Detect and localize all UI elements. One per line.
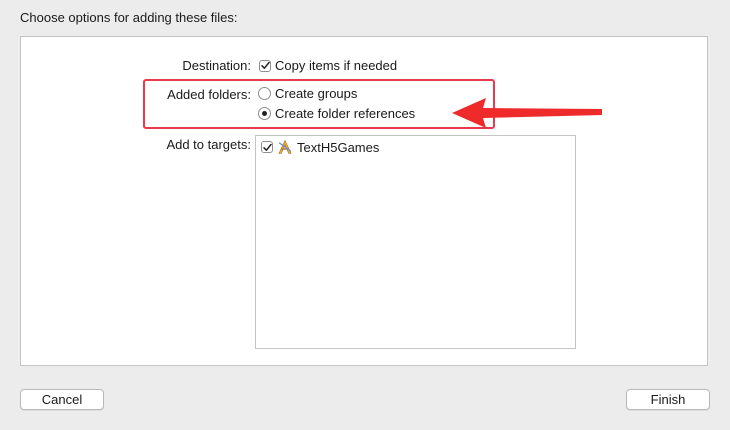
checkmark-icon xyxy=(262,143,272,151)
radio-selected-icon[interactable] xyxy=(258,107,271,120)
target-name: TextH5Games xyxy=(297,139,380,155)
radio-unselected-icon[interactable] xyxy=(258,87,271,100)
create-folder-references-radio[interactable]: Create folder references xyxy=(258,106,415,121)
checkmark-icon xyxy=(260,61,270,69)
options-panel: Destination: Copy items if needed Added … xyxy=(20,36,708,366)
create-groups-label: Create groups xyxy=(275,86,358,101)
added-folders-label: Added folders: xyxy=(167,87,251,102)
targets-list[interactable]: TextH5Games xyxy=(255,135,576,349)
destination-label: Destination: xyxy=(182,58,251,73)
checkbox-checked-icon[interactable] xyxy=(261,141,273,153)
target-item[interactable]: TextH5Games xyxy=(261,139,379,155)
xcode-app-icon xyxy=(278,139,292,154)
cancel-button[interactable]: Cancel xyxy=(20,389,104,410)
create-groups-radio[interactable]: Create groups xyxy=(258,86,357,101)
finish-button[interactable]: Finish xyxy=(626,389,710,410)
create-folder-references-label: Create folder references xyxy=(275,106,416,121)
copy-items-checkbox[interactable]: Copy items if needed xyxy=(259,58,397,73)
copy-items-label: Copy items if needed xyxy=(275,58,398,73)
add-to-targets-label: Add to targets: xyxy=(166,137,251,152)
checkbox-checked-icon[interactable] xyxy=(259,59,271,72)
dialog-title: Choose options for adding these files: xyxy=(20,10,238,25)
